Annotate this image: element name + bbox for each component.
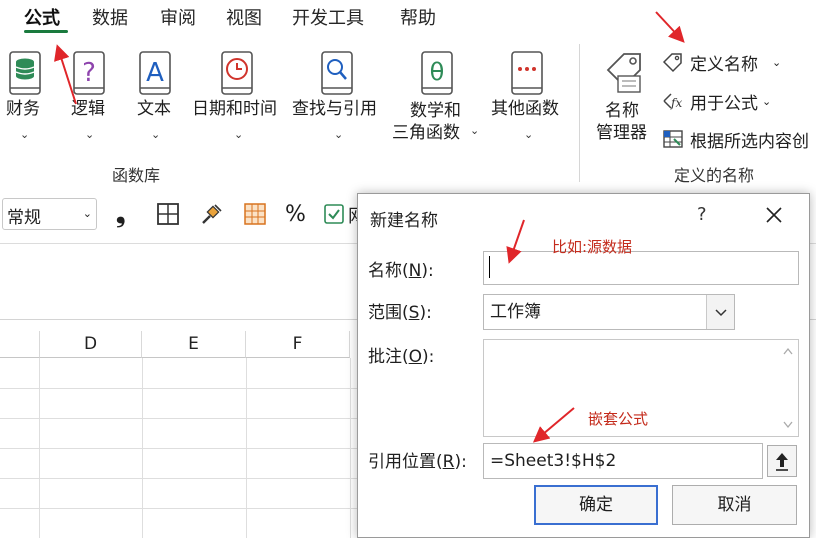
lookup-reference-label[interactable]: 查找与引用 xyxy=(292,98,377,120)
column-header-e[interactable]: E xyxy=(142,331,246,358)
database-book-icon[interactable] xyxy=(8,50,42,96)
theta-book-icon[interactable]: θ xyxy=(420,50,454,96)
table-create-icon xyxy=(662,128,684,150)
refers-to-input[interactable]: =Sheet3!$H$2 xyxy=(483,443,763,479)
cancel-button[interactable]: 取消 xyxy=(672,485,797,525)
comma-style-icon[interactable]: ❟ xyxy=(116,200,125,228)
use-in-formula-label: 用于公式 xyxy=(690,93,758,114)
svg-text:θ: θ xyxy=(430,58,445,86)
source-data-annotation: 比如:源数据 xyxy=(552,238,633,256)
nested-formula-annotation: 嵌套公式 xyxy=(588,410,649,428)
number-format-value: 常规 xyxy=(7,208,41,228)
chevron-down-icon[interactable]: ⌄ xyxy=(334,128,343,141)
svg-text:?: ? xyxy=(82,58,96,88)
magnifier-book-icon[interactable] xyxy=(320,50,354,96)
clock-book-icon[interactable] xyxy=(220,50,254,96)
svg-text:A: A xyxy=(146,58,164,88)
chevron-down-icon[interactable]: ⌄ xyxy=(470,124,479,137)
chevron-down-icon[interactable]: ⌄ xyxy=(234,128,243,141)
chevron-down-icon[interactable]: ⌄ xyxy=(524,128,533,141)
name-input[interactable] xyxy=(483,251,799,285)
create-from-selection-label: 根据所选内容创 xyxy=(690,131,809,152)
tag-icon[interactable] xyxy=(600,50,646,96)
logical-label[interactable]: 逻辑 xyxy=(71,98,105,120)
collapse-dialog-icon[interactable] xyxy=(767,445,797,477)
dots-book-icon[interactable] xyxy=(510,50,544,96)
question-book-icon[interactable]: ? xyxy=(72,50,106,96)
chevron-down-icon[interactable]: ⌄ xyxy=(151,128,160,141)
grid-line xyxy=(0,418,360,419)
financial-label[interactable]: 财务 xyxy=(6,98,40,120)
name-manager-label-line2[interactable]: 管理器 xyxy=(596,122,647,144)
grid-line xyxy=(0,388,360,389)
number-format-select[interactable]: 常规 ⌄ xyxy=(2,198,97,230)
chevron-down-icon[interactable]: ⌄ xyxy=(772,56,781,69)
grid-line xyxy=(0,478,360,479)
chevron-down-icon[interactable]: ⌄ xyxy=(85,128,94,141)
more-functions-label[interactable]: 其他函数 xyxy=(491,98,559,120)
chevron-down-icon[interactable]: ⌄ xyxy=(762,95,771,108)
checkbox-icon[interactable] xyxy=(322,202,346,226)
use-in-formula-button[interactable]: fx 用于公式 ⌄ xyxy=(662,88,771,114)
ribbon-formulas: 财务 ⌄ ? 逻辑 ⌄ A 文本 ⌄ 日期和时间 ⌄ 查找与引用 ⌄ θ 数学和… xyxy=(0,0,816,186)
chevron-down-icon[interactable]: ⌄ xyxy=(83,207,92,220)
column-header-f[interactable]: F xyxy=(246,331,350,358)
name-field-label: 名称(N): xyxy=(368,261,434,281)
close-icon[interactable] xyxy=(761,202,787,228)
column-header-d[interactable]: D xyxy=(40,331,142,358)
comment-field-label: 批注(O): xyxy=(368,347,435,367)
borders-icon[interactable] xyxy=(156,202,180,226)
function-library-group-label: 函数库 xyxy=(112,166,161,185)
math-trig-label-line1[interactable]: 数学和 xyxy=(410,100,461,122)
help-button[interactable]: ? xyxy=(697,204,707,225)
format-painter-icon[interactable] xyxy=(200,202,224,226)
define-name-button[interactable]: 定义名称 ⌄ xyxy=(662,49,781,75)
group-separator xyxy=(579,44,580,182)
dialog-title: 新建名称 xyxy=(370,211,438,231)
defined-names-group-label: 定义的名称 xyxy=(674,166,755,185)
grid-line xyxy=(0,448,360,449)
create-from-selection-button[interactable]: 根据所选内容创 xyxy=(662,126,809,152)
text-book-icon[interactable]: A xyxy=(138,50,172,96)
text-caret xyxy=(489,256,490,278)
comment-scrollbar[interactable] xyxy=(780,342,796,434)
scope-select[interactable]: 工作簿 xyxy=(483,294,735,330)
refers-to-field-label: 引用位置(R): xyxy=(368,452,467,472)
row-header-corner xyxy=(0,331,40,358)
define-name-label: 定义名称 xyxy=(690,54,758,75)
tag-small-icon xyxy=(662,51,684,73)
percent-style-icon[interactable]: % xyxy=(285,202,306,227)
date-time-label[interactable]: 日期和时间 xyxy=(192,98,277,120)
grid-line xyxy=(0,508,360,509)
text-label[interactable]: 文本 xyxy=(137,98,171,120)
svg-text:fx: fx xyxy=(670,96,682,110)
name-manager-label-line1[interactable]: 名称 xyxy=(605,100,639,122)
chevron-down-icon[interactable]: ⌄ xyxy=(20,128,29,141)
cell-styles-icon[interactable] xyxy=(243,202,267,226)
math-trig-label-line2[interactable]: 三角函数 xyxy=(392,122,460,144)
ok-button[interactable]: 确定 xyxy=(534,485,658,525)
chevron-down-icon[interactable] xyxy=(706,295,734,329)
fx-icon: fx xyxy=(662,90,684,112)
scope-field-label: 范围(S): xyxy=(368,303,432,323)
scope-value: 工作簿 xyxy=(490,302,541,322)
